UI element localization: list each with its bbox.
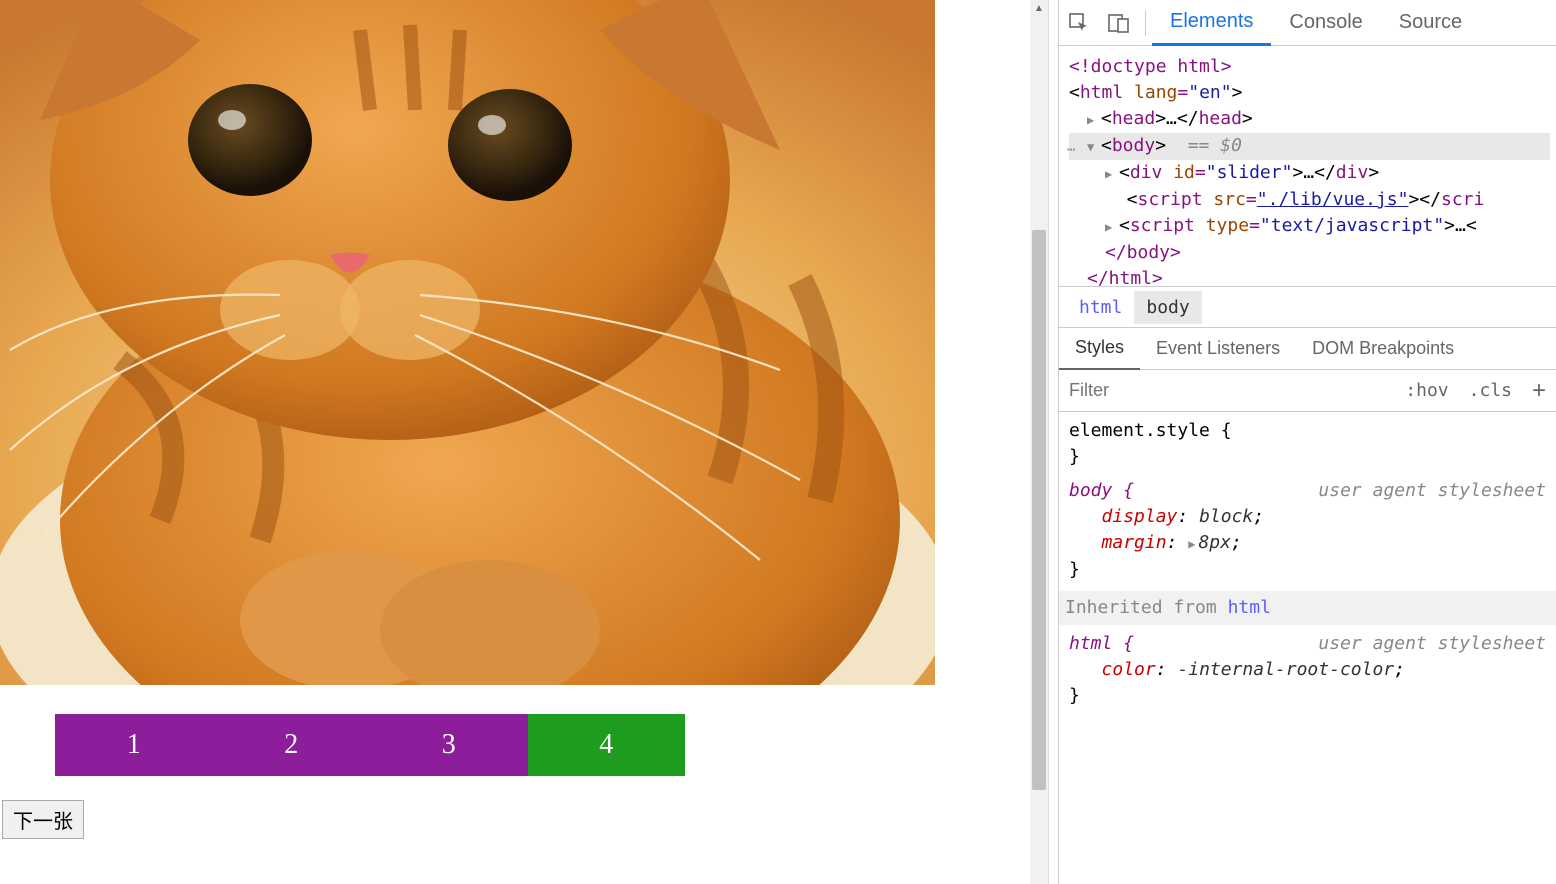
crumb-html[interactable]: html <box>1067 291 1134 324</box>
viewport-scrollbar-thumb[interactable] <box>1032 230 1046 790</box>
slider-indicator-3[interactable]: 3 <box>370 714 528 776</box>
crumb-body[interactable]: body <box>1134 291 1201 324</box>
hov-toggle[interactable]: :hov <box>1395 380 1458 401</box>
tab-elements[interactable]: Elements <box>1152 0 1271 46</box>
scroll-up-arrow[interactable]: ▲ <box>1030 0 1048 16</box>
styles-filter-row: :hov .cls + <box>1059 370 1556 412</box>
device-toggle-icon[interactable] <box>1099 0 1139 46</box>
tab-sources[interactable]: Source <box>1381 0 1480 46</box>
styles-pane[interactable]: element.style { } user agent stylesheet … <box>1059 412 1556 884</box>
tab-dom-breakpoints[interactable]: DOM Breakpoints <box>1296 328 1470 370</box>
styles-filter-input[interactable] <box>1059 371 1395 411</box>
tab-console[interactable]: Console <box>1271 0 1380 46</box>
cat-illustration <box>0 0 935 685</box>
slider-indicator-4[interactable]: 4 <box>528 714 686 776</box>
slider-indicator-2[interactable]: 2 <box>213 714 371 776</box>
devtools-panel: Elements Console Source <!doctype html> … <box>1058 0 1556 884</box>
styles-tabs: Styles Event Listeners DOM Breakpoints <box>1059 328 1556 370</box>
page-viewport: 1 2 3 4 下一张 <box>0 0 1030 884</box>
cls-toggle[interactable]: .cls <box>1459 380 1522 401</box>
devtools-toolbar: Elements Console Source <box>1059 0 1556 46</box>
inspect-icon[interactable] <box>1059 0 1099 46</box>
slider-indicator-1[interactable]: 1 <box>55 714 213 776</box>
tab-event-listeners[interactable]: Event Listeners <box>1140 328 1296 370</box>
dom-selected-body[interactable]: ⋯▼<body> == $0 <box>1069 133 1550 160</box>
tab-styles[interactable]: Styles <box>1059 328 1140 370</box>
slider-image <box>0 0 935 685</box>
breadcrumb: html body <box>1059 286 1556 328</box>
new-style-rule-icon[interactable]: + <box>1522 377 1556 405</box>
next-button[interactable]: 下一张 <box>2 800 84 839</box>
slider-indicators: 1 2 3 4 <box>55 714 685 776</box>
dom-tree[interactable]: <!doctype html> <html lang="en"> ▶<head>… <box>1059 46 1556 286</box>
